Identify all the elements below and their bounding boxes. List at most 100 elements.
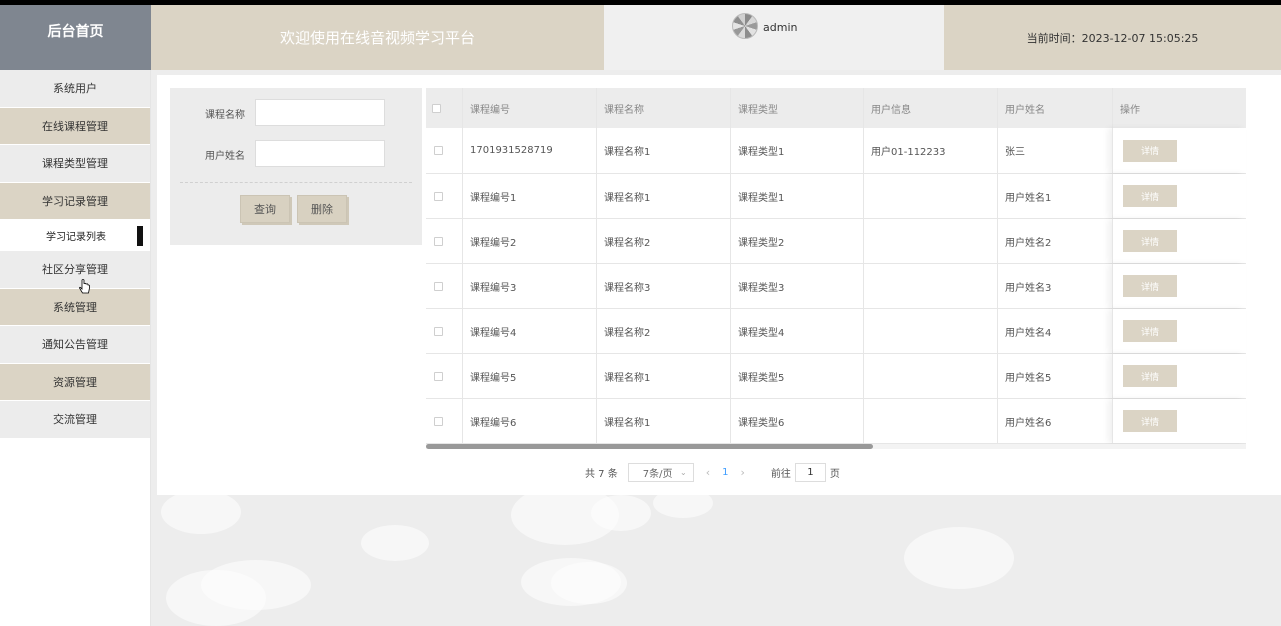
- cell-user-name: 用户姓名3: [997, 264, 1112, 308]
- header-actions: 操作: [1112, 88, 1246, 128]
- sidebar-item-communication[interactable]: 交流管理: [0, 401, 150, 439]
- detail-button[interactable]: 详情: [1123, 230, 1177, 252]
- row-select-cell: [426, 309, 462, 353]
- sidebar-item-online-courses[interactable]: 在线课程管理: [0, 107, 150, 145]
- header-course-name[interactable]: 课程名称: [596, 88, 730, 128]
- delete-button[interactable]: 删除: [297, 195, 347, 223]
- cell-actions: 详情: [1112, 174, 1246, 218]
- avatar[interactable]: [732, 13, 758, 39]
- row-checkbox[interactable]: [434, 371, 443, 381]
- row-select-cell: [426, 128, 462, 173]
- bg-bubble: [166, 570, 266, 626]
- sidebar-item-notices[interactable]: 通知公告管理: [0, 326, 150, 364]
- content-panel: 课程名称 用户姓名 查询 删除 课程编号 课程名称 课程类型 用户信息 用户姓名…: [157, 75, 1281, 495]
- chevron-down-icon: ⌄: [680, 467, 687, 477]
- page-size-select[interactable]: 7条/页 ⌄: [627, 462, 694, 482]
- cell-course-type: 课程类型1: [730, 174, 863, 218]
- pointer-cursor-icon: [79, 279, 90, 294]
- header-user-info[interactable]: 用户信息: [863, 88, 997, 128]
- username[interactable]: admin: [763, 21, 797, 34]
- scrollbar-thumb[interactable]: [426, 444, 873, 449]
- row-select-cell: [426, 354, 462, 398]
- row-checkbox[interactable]: [434, 326, 443, 336]
- welcome-title: 欢迎使用在线音视频学习平台: [151, 5, 604, 70]
- detail-button[interactable]: 详情: [1123, 410, 1177, 432]
- row-checkbox[interactable]: [434, 236, 443, 246]
- user-box[interactable]: admin: [604, 5, 944, 70]
- cell-user-name: 张三: [997, 128, 1112, 173]
- detail-button[interactable]: 详情: [1123, 275, 1177, 297]
- active-indicator: [137, 226, 143, 246]
- sidebar-item-study-records[interactable]: 学习记录管理: [0, 182, 150, 220]
- bg-bubble: [551, 562, 627, 604]
- user-name-input[interactable]: [255, 140, 385, 167]
- bg-bubble: [591, 495, 651, 531]
- course-name-input[interactable]: [255, 99, 385, 126]
- cell-course-code: 1701931528719: [462, 128, 596, 173]
- submenu-study-record-list[interactable]: 学习记录列表: [0, 220, 150, 251]
- cell-user-info: [863, 219, 997, 263]
- cell-course-type: 课程类型2: [730, 219, 863, 263]
- row-select-cell: [426, 399, 462, 443]
- chevron-left-icon[interactable]: ‹: [706, 466, 710, 479]
- horizontal-scrollbar[interactable]: [426, 444, 1246, 449]
- sidebar-item-system-users[interactable]: 系统用户: [0, 70, 150, 108]
- cell-course-type: 课程类型4: [730, 309, 863, 353]
- cell-actions: 详情: [1112, 309, 1246, 353]
- cell-course-name: 课程名称2: [596, 309, 730, 353]
- cell-user-info: 用户01-112233: [863, 128, 997, 173]
- header-user-name[interactable]: 用户姓名: [997, 88, 1112, 128]
- table-row: 课程编号3 课程名称3 课程类型3 用户姓名3 详情: [426, 264, 1246, 309]
- header-course-code[interactable]: 课程编号: [462, 88, 596, 128]
- cell-user-info: [863, 354, 997, 398]
- current-time: 当前时间：2023-12-07 15:05:25: [944, 5, 1281, 70]
- chevron-right-icon[interactable]: ›: [741, 466, 745, 479]
- cell-course-type: 课程类型3: [730, 264, 863, 308]
- table-header: 课程编号 课程名称 课程类型 用户信息 用户姓名 操作: [426, 88, 1246, 128]
- pagination: 共 7 条 7条/页 ⌄ ‹ 1 › 前往 1 页: [585, 462, 840, 482]
- cell-course-name: 课程名称1: [596, 128, 730, 173]
- row-checkbox[interactable]: [434, 416, 443, 426]
- goto-page-input[interactable]: 1: [794, 462, 826, 482]
- course-name-label: 课程名称: [205, 110, 245, 121]
- sidebar-item-community-share[interactable]: 社区分享管理: [0, 251, 150, 289]
- cell-course-code: 课程编号2: [462, 219, 596, 263]
- detail-button[interactable]: 详情: [1123, 139, 1177, 162]
- query-button[interactable]: 查询: [240, 195, 290, 223]
- home-brand[interactable]: 后台首页: [0, 5, 151, 70]
- cell-user-info: [863, 399, 997, 443]
- search-panel: 课程名称 用户姓名 查询 删除: [170, 88, 422, 245]
- row-checkbox[interactable]: [434, 146, 443, 155]
- detail-button[interactable]: 详情: [1123, 320, 1177, 342]
- sidebar-item-system-management[interactable]: 系统管理: [0, 288, 150, 326]
- submenu-label: 学习记录列表: [46, 232, 106, 243]
- cell-actions: 详情: [1112, 128, 1246, 173]
- cell-user-name: 用户姓名2: [997, 219, 1112, 263]
- cell-course-code: 课程编号6: [462, 399, 596, 443]
- cell-user-name: 用户姓名5: [997, 354, 1112, 398]
- current-page[interactable]: 1: [722, 467, 728, 478]
- cell-user-info: [863, 264, 997, 308]
- select-all-cell: [426, 88, 462, 128]
- select-all-checkbox[interactable]: [432, 103, 441, 113]
- header-course-type[interactable]: 课程类型: [730, 88, 863, 128]
- sidebar-item-course-types[interactable]: 课程类型管理: [0, 145, 150, 183]
- cell-course-type: 课程类型6: [730, 399, 863, 443]
- detail-button[interactable]: 详情: [1123, 365, 1177, 387]
- sidebar: 系统用户 在线课程管理 课程类型管理 学习记录管理 学习记录列表 社区分享管理 …: [0, 70, 151, 626]
- row-checkbox[interactable]: [434, 281, 443, 291]
- page-size-value: 7条/页: [642, 468, 673, 480]
- cell-actions: 详情: [1112, 399, 1246, 443]
- row-select-cell: [426, 219, 462, 263]
- row-checkbox[interactable]: [434, 191, 443, 201]
- sidebar-item-resources[interactable]: 资源管理: [0, 363, 150, 401]
- main-area: 课程名称 用户姓名 查询 删除 课程编号 课程名称 课程类型 用户信息 用户姓名…: [151, 70, 1281, 626]
- cell-course-code: 课程编号1: [462, 174, 596, 218]
- row-select-cell: [426, 264, 462, 308]
- cell-course-type: 课程类型5: [730, 354, 863, 398]
- cell-user-info: [863, 174, 997, 218]
- detail-button[interactable]: 详情: [1123, 185, 1177, 207]
- user-name-label: 用户姓名: [205, 151, 245, 162]
- table-row: 课程编号1 课程名称1 课程类型1 用户姓名1 详情: [426, 174, 1246, 219]
- total-count: 共 7 条: [585, 468, 618, 480]
